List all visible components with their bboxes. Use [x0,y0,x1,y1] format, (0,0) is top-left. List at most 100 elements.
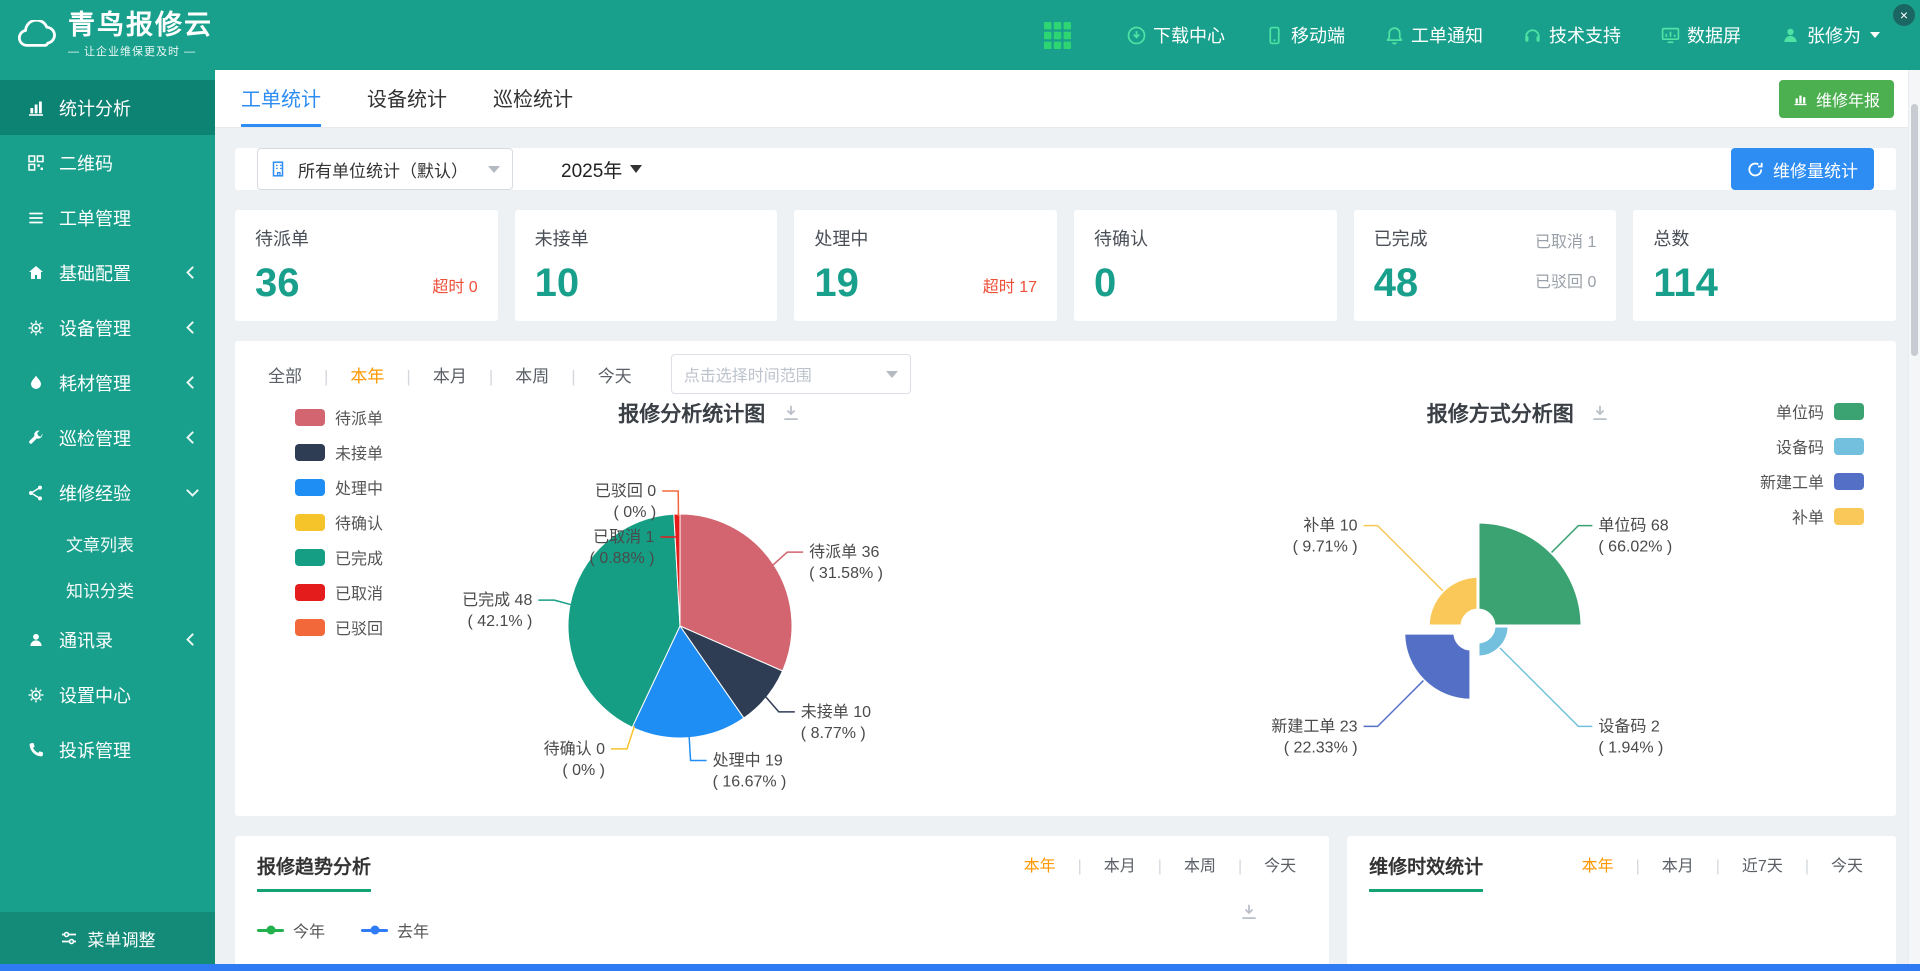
nav-workorder-notice[interactable]: 工单通知 [1385,22,1483,48]
annual-report-button[interactable]: 维修年报 [1779,80,1894,118]
building-icon [270,160,288,178]
time-opt-week[interactable]: 本周 [478,362,560,387]
eff-opt-7days[interactable]: 近7天 [1705,852,1794,876]
sidebar-item-settings[interactable]: 设置中心 [0,667,215,722]
sidebar-menu-adjust[interactable]: 菜单调整 [0,912,215,964]
trend-opt-week[interactable]: 本周 [1147,852,1227,876]
main-area: 工单统计 设备统计 巡检统计 维修年报 所有单位统计（默认） 2025年 维修量… [215,70,1920,971]
sidebar-item-complaints[interactable]: 投诉管理 [0,722,215,777]
chart-download-icon[interactable] [781,403,801,423]
nav-mobile[interactable]: 移动端 [1265,22,1345,48]
legend-item[interactable]: 补单 [1760,504,1864,528]
efficiency-time-tabs: 本年 本月 近7天 今天 [1571,852,1874,876]
legend-item[interactable]: 去年 [361,918,429,942]
list-icon [26,209,46,227]
legend-swatch [295,479,325,496]
vertical-scrollbar[interactable] [1908,70,1920,971]
legend-label: 未接单 [335,440,383,464]
nav-download-center[interactable]: 下载中心 [1127,22,1225,48]
apps-grid-icon[interactable] [1044,22,1071,49]
chevron-down-icon [1870,32,1880,38]
sidebar-item-repair-experience[interactable]: 维修经验 [0,465,215,520]
time-opt-all[interactable]: 全部 [257,362,313,387]
eff-opt-month[interactable]: 本月 [1625,852,1705,876]
line-marker [257,929,284,932]
chart-download-icon[interactable] [1590,403,1610,423]
stat-card-completed: 已完成 48 已取消 1 已驳回 0 [1354,210,1617,321]
nav-data-screen[interactable]: 数据屏 [1661,22,1741,48]
headset-icon [1523,26,1542,45]
sidebar-item-workorders[interactable]: 工单管理 [0,190,215,245]
tab-workorder-stats[interactable]: 工单统计 [241,70,321,127]
app-logo[interactable]: 青鸟报修云 — 让企业维保更及时 — [16,11,231,60]
sidebar-subitem-article-list[interactable]: 文章列表 [0,520,215,566]
legend-item[interactable]: 待确认 [295,510,383,534]
nav-tech-support[interactable]: 技术支持 [1523,22,1621,48]
time-opt-month[interactable]: 本月 [395,362,477,387]
stat-cancelled: 已取消 1 [1535,228,1596,252]
content-scroll-area: 所有单位统计（默认） 2025年 维修量统计 待派单 36 超时 0 未接单 1… [215,128,1920,971]
sidebar-label: 统计分析 [59,95,131,121]
sidebar-item-device-mgmt[interactable]: 设备管理 [0,300,215,355]
legend-item[interactable]: 今年 [257,918,325,942]
legend-swatch [1834,508,1864,525]
legend-item[interactable]: 已驳回 [295,615,383,639]
wrench-icon [26,429,46,447]
legend-item[interactable]: 未接单 [295,440,383,464]
stat-value: 0 [1094,263,1317,303]
svg-text:设备码 2( 1.94% ): 设备码 2( 1.94% ) [1599,717,1664,756]
stat-overtime: 超时 17 [983,273,1037,297]
svg-text:补单 10( 9.71% ): 补单 10( 9.71% ) [1293,517,1358,556]
trend-opt-today[interactable]: 今天 [1227,852,1307,876]
home-icon [26,264,46,282]
repair-volume-button[interactable]: 维修量统计 [1731,148,1874,190]
unit-select-value: 所有单位统计（默认） [298,157,468,182]
legend-swatch [295,514,325,531]
time-opt-year[interactable]: 本年 [313,362,395,387]
sidebar-item-inspection[interactable]: 巡检管理 [0,410,215,465]
legend-item[interactable]: 设备码 [1760,434,1864,458]
year-select[interactable]: 2025年 [561,156,642,183]
sidebar-item-base-config[interactable]: 基础配置 [0,245,215,300]
trend-legend: 今年 去年 [257,918,1307,942]
legend-item[interactable]: 待派单 [295,405,383,429]
qrcode-icon [26,154,46,172]
legend-item[interactable]: 已完成 [295,545,383,569]
chevron-left-icon [186,431,199,444]
legend-item[interactable]: 单位码 [1760,399,1864,423]
svg-text:已驳回 0( 0% ): 已驳回 0( 0% ) [595,482,656,521]
scrollbar-thumb[interactable] [1911,104,1918,356]
tab-device-stats[interactable]: 设备统计 [367,70,447,127]
cloud-logo-icon [16,20,58,50]
nav-label: 移动端 [1291,22,1345,48]
tab-inspection-stats[interactable]: 巡检统计 [493,70,573,127]
legend-item[interactable]: 已取消 [295,580,383,604]
chevron-down-icon [886,371,898,378]
sidebar-item-consumables[interactable]: 耗材管理 [0,355,215,410]
sidebar-label: 文章列表 [66,531,134,556]
svg-text:处理中 19( 16.67% ): 处理中 19( 16.67% ) [712,752,786,791]
user-menu[interactable]: 张修为 [1781,22,1880,48]
chart-download-icon[interactable] [1239,902,1259,922]
trend-opt-year[interactable]: 本年 [1013,852,1067,876]
nav-label: 技术支持 [1549,22,1621,48]
sidebar-item-qrcode[interactable]: 二维码 [0,135,215,190]
legend-item[interactable]: 新建工单 [1760,469,1864,493]
repair-analysis-pie-canvas[interactable]: 待派单 36( 31.58% )未接单 10( 8.77% )处理中 19( 1… [330,431,1090,816]
eff-opt-today[interactable]: 今天 [1794,852,1874,876]
sidebar-item-contacts[interactable]: 通讯录 [0,612,215,667]
sidebar-label: 工单管理 [59,205,131,231]
legend-label: 今年 [293,918,325,942]
time-opt-today[interactable]: 今天 [560,362,642,387]
filter-card: 所有单位统计（默认） 2025年 维修量统计 [235,148,1896,190]
legend-item[interactable]: 处理中 [295,475,383,499]
close-icon[interactable]: × [1893,4,1915,26]
repair-efficiency-card: 维修时效统计 本年 本月 近7天 今天 [1347,836,1896,971]
sidebar-item-statistics[interactable]: 统计分析 [0,80,215,135]
trend-opt-month[interactable]: 本月 [1067,852,1147,876]
date-range-select[interactable]: 点击选择时间范围 [671,354,911,394]
sidebar-subitem-knowledge-category[interactable]: 知识分类 [0,566,215,612]
unit-select[interactable]: 所有单位统计（默认） [257,148,513,190]
repair-volume-label: 维修量统计 [1773,157,1858,182]
eff-opt-year[interactable]: 本年 [1571,852,1625,876]
